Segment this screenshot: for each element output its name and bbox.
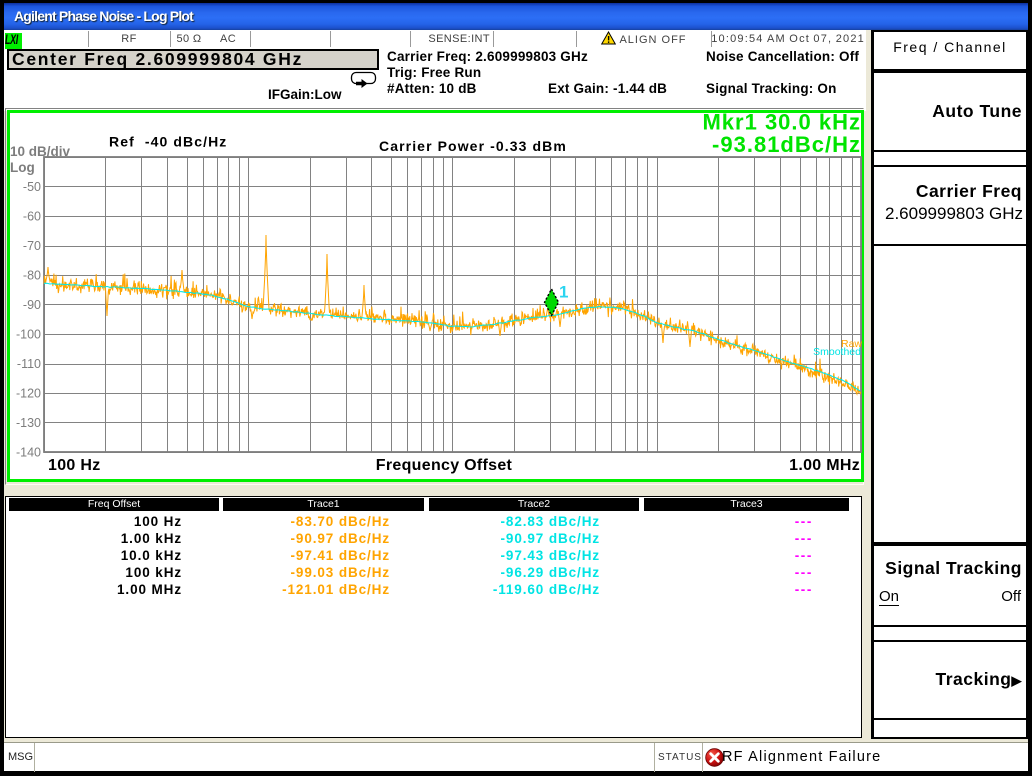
- svg-text:1.00 MHz: 1.00 MHz: [789, 457, 860, 474]
- svg-text:10 dB/div: 10 dB/div: [10, 144, 71, 159]
- svg-text:-90: -90: [23, 298, 41, 312]
- svg-text:-80: -80: [23, 269, 41, 283]
- svg-text:Ref -40 dBc/Hz: Ref -40 dBc/Hz: [109, 134, 227, 150]
- svg-text:-50: -50: [23, 180, 41, 194]
- svg-text:Log: Log: [10, 160, 35, 175]
- svg-text:-110: -110: [17, 357, 41, 371]
- svg-text:-60: -60: [23, 210, 41, 224]
- svg-text:-70: -70: [23, 239, 41, 253]
- svg-text:-140: -140: [16, 446, 41, 460]
- svg-text:-120: -120: [16, 387, 41, 401]
- svg-text:-130: -130: [16, 416, 41, 430]
- svg-text:Smoothed: Smoothed: [813, 346, 861, 358]
- svg-text:Frequency Offset: Frequency Offset: [376, 457, 513, 474]
- svg-text:1: 1: [559, 283, 568, 302]
- svg-text:Carrier Power -0.33 dBm: Carrier Power -0.33 dBm: [379, 138, 567, 154]
- svg-text:-100: -100: [16, 328, 41, 342]
- svg-text:Mkr1 30.0 kHz: Mkr1 30.0 kHz: [702, 110, 861, 135]
- svg-text:100 Hz: 100 Hz: [48, 457, 101, 474]
- svg-text:-93.81dBc/Hz: -93.81dBc/Hz: [712, 132, 861, 157]
